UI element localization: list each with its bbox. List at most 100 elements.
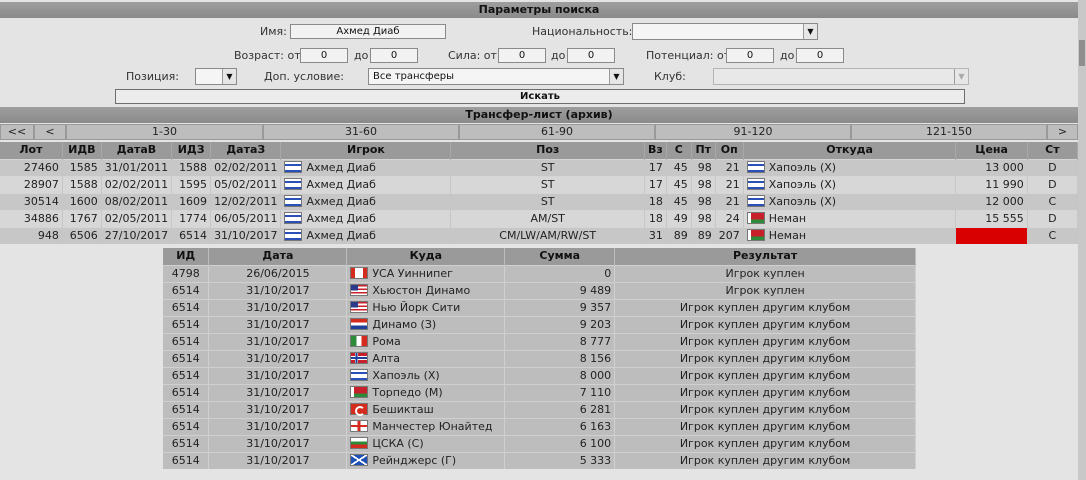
table-row[interactable]: 948 6506 27/10/2017 6514 31/10/2017 Ахме… [0, 226, 1079, 244]
club-link[interactable]: Рейнджерс (Г) [372, 454, 456, 467]
from-club-link[interactable]: Хапоэль (Х) [769, 161, 836, 174]
player-link[interactable]: Ахмед Диаб [306, 178, 375, 191]
pager-page-3[interactable]: 61-90 [459, 124, 655, 140]
from-cell: Хапоэль (Х) [743, 192, 957, 210]
player-link[interactable]: Ахмед Диаб [306, 212, 375, 225]
hist-id-cell: 6514 [163, 298, 210, 316]
col-header-player[interactable]: Игрок [280, 142, 452, 159]
club-link[interactable]: Динамо (З) [372, 318, 436, 331]
col-header-status[interactable]: Ст [1027, 142, 1079, 159]
club-link[interactable]: Хапоэль (Х) [372, 369, 439, 382]
from-club-link[interactable]: Хапоэль (Х) [769, 178, 836, 191]
table-row[interactable]: 27460 1585 31/01/2011 1588 02/02/2011 Ах… [0, 158, 1079, 176]
col-header-age[interactable]: Вз [644, 142, 667, 159]
name-input[interactable]: Ахмед Диаб [290, 24, 446, 39]
col-header-lot[interactable]: Лот [0, 142, 63, 159]
player-link[interactable]: Ахмед Диаб [306, 195, 375, 208]
vertical-scrollbar[interactable] [1078, 0, 1086, 480]
club-link[interactable]: Манчестер Юнайтед [372, 420, 492, 433]
pager-page-2[interactable]: 31-60 [263, 124, 459, 140]
player-link[interactable]: Ахмед Диаб [306, 161, 375, 174]
price-cell: 11 990 [955, 175, 1028, 193]
idz-cell: 1609 [171, 192, 212, 210]
table-row[interactable]: 28907 1588 02/02/2011 1595 05/02/2011 Ах… [0, 175, 1079, 193]
table-row[interactable]: 34886 1767 02/05/2011 1774 06/05/2011 Ах… [0, 209, 1079, 227]
player-link[interactable]: Ахмед Диаб [306, 229, 375, 242]
list-item: 6514 31/10/2017 Нью Йорк Сити 9 357 Игро… [163, 298, 916, 316]
pager-page-5[interactable]: 121-150 [851, 124, 1047, 140]
age-from-input[interactable]: 0 [300, 48, 348, 63]
col-header-datev[interactable]: ДатаВ [101, 142, 173, 159]
age-to-input[interactable]: 0 [370, 48, 418, 63]
age-cell: 18 [644, 192, 667, 210]
age-cell: 17 [644, 158, 667, 176]
pager-next-button[interactable]: > [1047, 124, 1078, 140]
col-header-position[interactable]: Поз [450, 142, 645, 159]
from-club-link[interactable]: Неман [769, 229, 806, 242]
col-header-idz[interactable]: ИДЗ [171, 142, 212, 159]
strength-to-input[interactable]: 0 [567, 48, 615, 63]
hist-date-cell: 31/10/2017 [208, 281, 348, 299]
nationality-select[interactable]: ▼ [632, 23, 818, 40]
hist-result-cell: Игрок куплен [614, 264, 916, 282]
potential-from-input[interactable]: 0 [726, 48, 774, 63]
potential-to-input[interactable]: 0 [796, 48, 844, 63]
col-header-idv[interactable]: ИДВ [62, 142, 102, 159]
scrollbar-thumb[interactable] [1079, 40, 1085, 66]
hist-header-to: Куда [346, 248, 506, 265]
hist-id-cell: 6514 [163, 451, 210, 469]
list-item: 6514 31/10/2017 Бешикташ 6 281 Игрок куп… [163, 400, 916, 418]
col-header-potential[interactable]: Пт [691, 142, 716, 159]
idz-cell: 6514 [171, 226, 212, 244]
club-link[interactable]: Нью Йорк Сити [372, 301, 460, 314]
club-link[interactable]: Алта [372, 352, 400, 365]
israel-flag-icon [746, 177, 765, 190]
hist-to-cell: Динамо (З) [346, 315, 506, 333]
table-row[interactable]: 30514 1600 08/02/2011 1609 12/02/2011 Ах… [0, 192, 1079, 210]
condition-select[interactable]: Все трансферы ▼ [368, 68, 624, 85]
club-link[interactable]: Торпедо (М) [372, 386, 442, 399]
potential-label: Потенциал: от [646, 49, 731, 62]
search-button[interactable]: Искать [115, 89, 965, 104]
col-header-from[interactable]: Откуда [743, 142, 957, 159]
hist-result-cell: Игрок куплен [614, 281, 916, 299]
position-select[interactable]: ▼ [195, 68, 237, 85]
hist-date-cell: 31/10/2017 [208, 451, 348, 469]
pager-first-button[interactable]: << [0, 124, 34, 140]
hist-to-cell: УСА Уиннипег [346, 264, 506, 282]
col-header-datez[interactable]: ДатаЗ [210, 142, 282, 159]
hist-sum-cell: 9 489 [504, 281, 616, 299]
player-cell: Ахмед Диаб [280, 192, 452, 210]
col-header-experience[interactable]: Оп [715, 142, 744, 159]
club-link[interactable]: Хьюстон Динамо [372, 284, 470, 297]
col-header-strength[interactable]: С [666, 142, 692, 159]
position-cell: AM/ST [450, 209, 645, 227]
potential-to-label: до [780, 49, 795, 62]
hist-id-cell: 6514 [163, 434, 210, 452]
datev-cell: 31/01/2011 [101, 158, 173, 176]
strength-from-input[interactable]: 0 [498, 48, 546, 63]
experience-cell: 207 [715, 226, 744, 244]
from-club-link[interactable]: Хапоэль (Х) [769, 195, 836, 208]
col-header-price[interactable]: Цена [955, 142, 1028, 159]
club-link[interactable]: ЦСКА (С) [372, 437, 423, 450]
hist-sum-cell: 5 333 [504, 451, 616, 469]
lot-cell: 948 [0, 226, 63, 244]
hist-sum-cell: 0 [504, 264, 616, 282]
hist-to-cell: Нью Йорк Сити [346, 298, 506, 316]
pager-page-1[interactable]: 1-30 [66, 124, 263, 140]
pager-prev-button[interactable]: < [34, 124, 66, 140]
nationality-label: Национальность: [532, 25, 633, 38]
usa-flag-icon [350, 283, 369, 296]
club-link[interactable]: Бешикташ [372, 403, 433, 416]
strength-cell: 89 [666, 226, 692, 244]
idz-cell: 1774 [171, 209, 212, 227]
from-club-link[interactable]: Неман [769, 212, 806, 225]
israel-flag-icon [284, 211, 303, 224]
pager-page-4[interactable]: 91-120 [655, 124, 851, 140]
strength-to-label: до [551, 49, 566, 62]
club-link[interactable]: Рома [372, 335, 400, 348]
club-select[interactable]: ▼ [713, 68, 969, 85]
club-link[interactable]: УСА Уиннипег [372, 267, 453, 280]
hist-to-cell: Рейнджерс (Г) [346, 451, 506, 469]
